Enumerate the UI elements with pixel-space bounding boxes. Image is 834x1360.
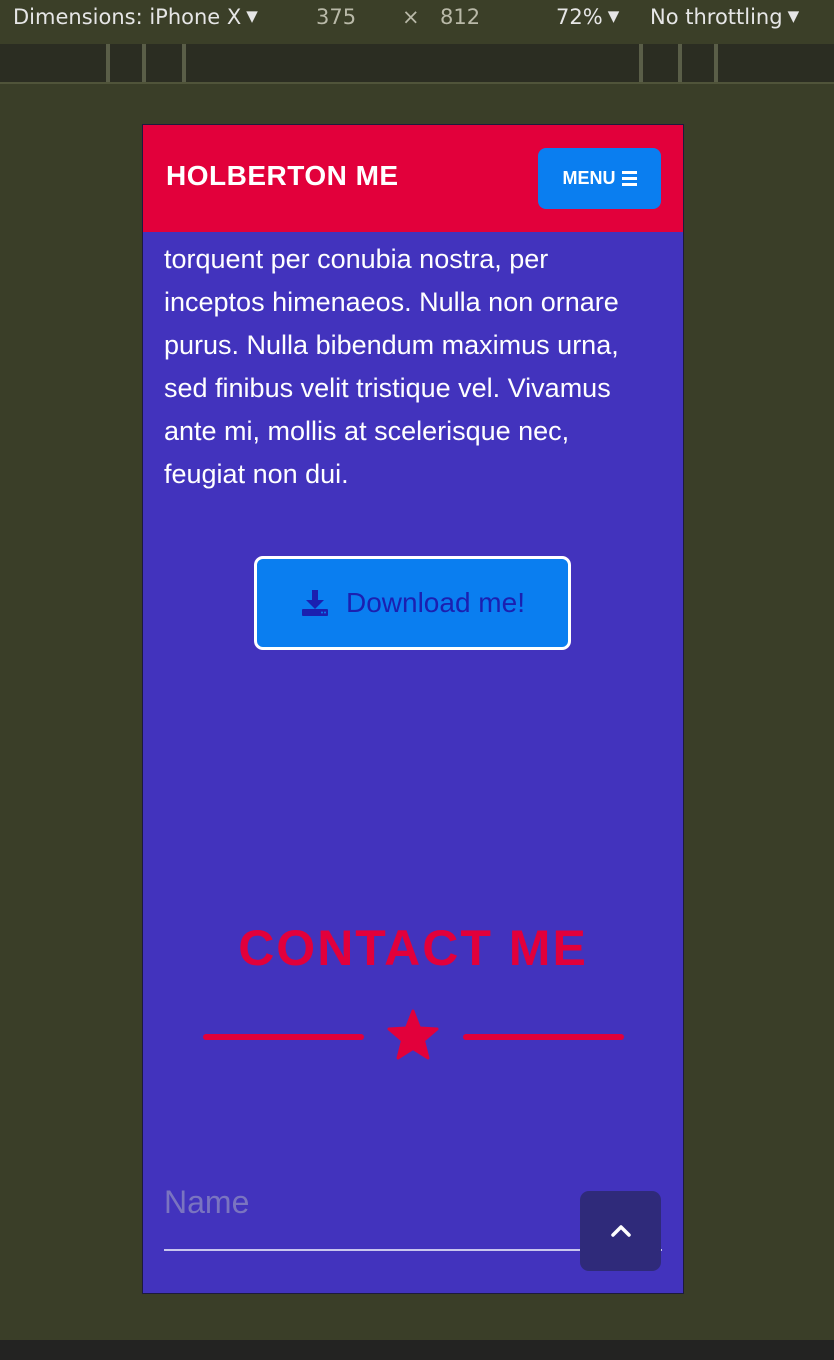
chevron-up-icon [610, 1225, 631, 1237]
contact-title: CONTACT ME [238, 920, 588, 976]
ruler-tick[interactable] [106, 44, 110, 82]
devtools-toolbar: Dimensions: iPhone X ▼ 375 × 812 72% ▼ No … [0, 0, 834, 44]
brand-title[interactable]: HOLBERTON ME [166, 160, 399, 192]
zoom-select[interactable]: 72% ▼ [556, 5, 619, 29]
media-query-ruler [0, 44, 834, 84]
ruler-tick[interactable] [182, 44, 186, 82]
menu-label: MENU [562, 168, 616, 188]
bars-icon [621, 171, 637, 186]
throttling-label: No throttling [650, 5, 783, 29]
navbar: HOLBERTON ME MENU [143, 125, 683, 232]
download-icon [302, 590, 328, 616]
chevron-down-icon: ▼ [607, 7, 620, 25]
download-label: Download me! [346, 587, 525, 618]
ruler-tick[interactable] [678, 44, 682, 82]
throttling-select[interactable]: No throttling ▼ [650, 5, 799, 29]
device-select[interactable]: Dimensions: iPhone X ▼ [13, 5, 258, 29]
star-icon [387, 1009, 439, 1060]
height-input[interactable]: 812 [440, 5, 480, 29]
chevron-down-icon: ▼ [787, 7, 800, 25]
scroll-top-button[interactable] [580, 1191, 661, 1271]
ruler-tick[interactable] [639, 44, 643, 82]
divider-line-right [463, 1034, 624, 1040]
width-input[interactable]: 375 [316, 5, 356, 29]
device-label: Dimensions: iPhone X [13, 5, 242, 29]
download-button[interactable]: Download me! [254, 556, 571, 650]
chevron-down-icon: ▼ [246, 7, 258, 25]
device-viewport: HOLBERTON ME MENU torquent per conubia n… [142, 124, 684, 1294]
bottom-bar [0, 1340, 834, 1360]
ruler-tick[interactable] [714, 44, 718, 82]
zoom-label: 72% [556, 5, 603, 29]
about-paragraph: torquent per conubia nostra, per incepto… [164, 244, 619, 489]
times-icon: × [402, 5, 420, 29]
ruler-tick[interactable] [142, 44, 146, 82]
divider-line-left [203, 1034, 364, 1040]
menu-button[interactable]: MENU [538, 148, 661, 209]
